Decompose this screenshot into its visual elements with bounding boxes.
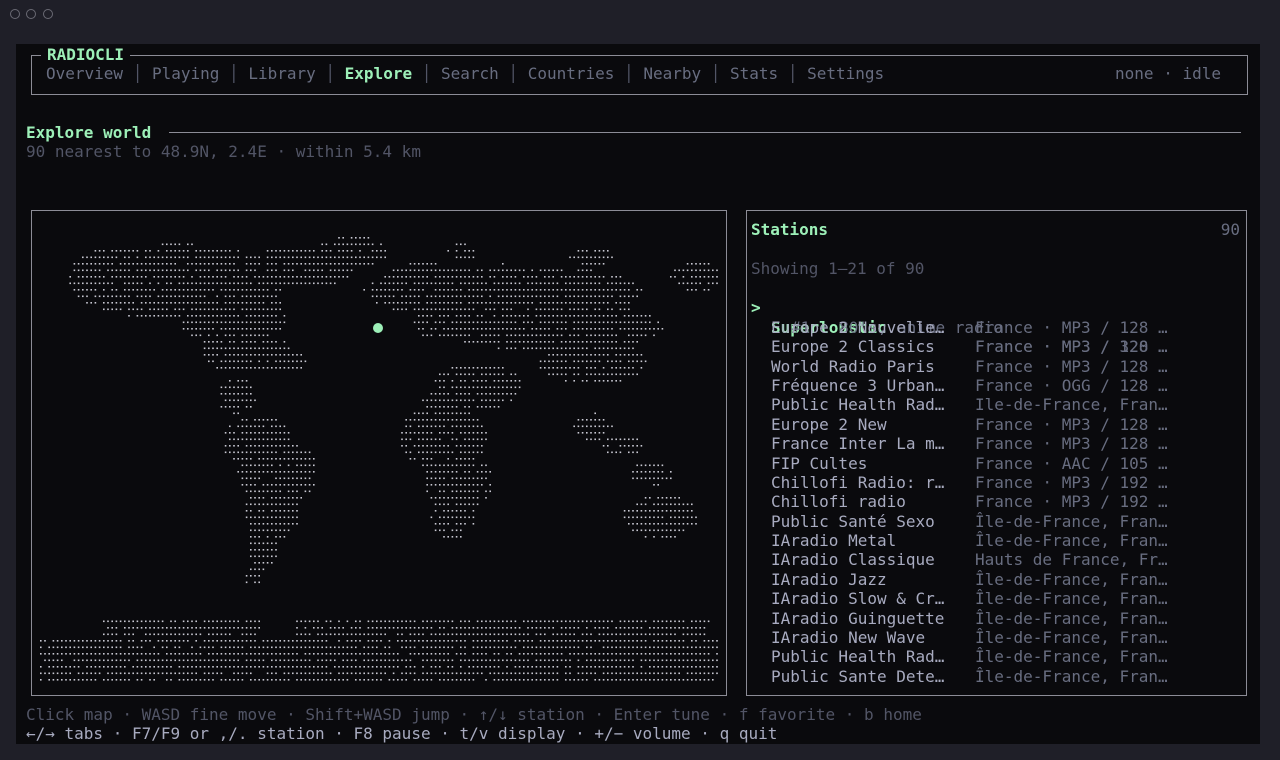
tab-separator: │ xyxy=(778,64,808,83)
tab-separator: │ xyxy=(219,64,249,83)
station-meta: Hauts de France, Fr… xyxy=(975,550,1168,570)
maximize-window-icon[interactable] xyxy=(43,9,53,19)
tab-library[interactable]: Library xyxy=(248,64,315,83)
station-row[interactable]: IAradio Slow & Cr… Île-de-France, Fran… xyxy=(751,589,1241,608)
tab-stats[interactable]: Stats xyxy=(730,64,778,83)
station-name: Chillofi radio xyxy=(771,492,906,512)
station-row[interactable]: Europe 2 Classics France · MP3 / 128 … xyxy=(751,337,1241,356)
station-row[interactable]: World Radio Paris France · MP3 / 128 … xyxy=(751,357,1241,376)
section-title: Explore world xyxy=(26,123,152,142)
station-row[interactable]: IAradio Metal Île-de-France, Fran… xyxy=(751,531,1241,550)
station-meta: France · MP3 / 128 … xyxy=(975,434,1168,454)
station-row[interactable]: Public Sante Dete… Île-de-France, Fran… xyxy=(751,667,1241,686)
station-row[interactable]: Europe 2 New France · MP3 / 128 … xyxy=(751,415,1241,434)
station-row[interactable]: IAradio Classique Hauts de France, Fr… xyxy=(751,550,1241,569)
minimize-window-icon[interactable] xyxy=(26,9,36,19)
station-meta: Île-de-France, Fran… xyxy=(975,589,1168,609)
station-name: Fréquence 3 Urban… xyxy=(771,375,945,395)
station-detail: #1 · 80's, anime radio xyxy=(751,298,1241,337)
station-name: FIP Cultes xyxy=(771,453,868,473)
land-dots xyxy=(40,237,718,681)
terminal: RADIOCLI Overview │ Playing │ Library │ … xyxy=(16,44,1260,744)
station-row[interactable]: Chillofi Radio: r… France · MP3 / 192 … xyxy=(751,473,1241,492)
station-name: IAradio Classique xyxy=(771,550,935,570)
station-meta: France · MP3 / 192 … xyxy=(975,492,1168,512)
station-name: Public Health Rad… xyxy=(771,395,945,415)
tab-overview[interactable]: Overview xyxy=(46,64,123,83)
station-name: Europe 2 Classics xyxy=(771,337,935,357)
station-row[interactable]: Chillofi radio France · MP3 / 192 … xyxy=(751,492,1241,511)
stations-showing: Showing 1–21 of 90 xyxy=(751,259,925,278)
tab-separator: │ xyxy=(701,64,731,83)
station-row[interactable]: Europe 2 Nouvelle… France · MP3 / 128 … xyxy=(751,318,1241,337)
window-titlebar xyxy=(0,0,1280,44)
tab-explore[interactable]: Explore xyxy=(345,64,412,83)
station-row[interactable]: France Inter La m… France · MP3 / 128 … xyxy=(751,434,1241,453)
station-meta: France · OGG / 128 … xyxy=(975,375,1168,395)
station-name: Europe 2 Nouvelle… xyxy=(771,317,945,337)
station-meta: Île-de-France, Fran… xyxy=(975,666,1168,686)
station-meta: France · MP3 / 128 … xyxy=(975,356,1168,376)
help-line-2: ←/→ tabs · F7/F9 or ,/. station · F8 pau… xyxy=(26,724,778,743)
station-row[interactable]: > Superloustic France · MP3 / 320 … xyxy=(751,279,1241,356)
station-name: IAradio New Wave xyxy=(771,628,926,648)
tab-search[interactable]: Search xyxy=(441,64,499,83)
station-row[interactable]: IAradio Guinguette Île-de-France, Fran… xyxy=(751,609,1241,628)
world-map-canvas[interactable] xyxy=(32,211,726,695)
station-name: IAradio Jazz xyxy=(771,569,887,589)
tab-separator: │ xyxy=(614,64,644,83)
tab-separator: │ xyxy=(498,64,528,83)
tab-playing[interactable]: Playing xyxy=(152,64,219,83)
tab-separator: │ xyxy=(412,64,441,83)
tab-countries[interactable]: Countries xyxy=(528,64,615,83)
station-meta: Île-de-France, Fran… xyxy=(975,531,1168,551)
tab-bar: Overview │ Playing │ Library │ Explore │… xyxy=(46,64,884,83)
station-meta: France · MP3 / 192 … xyxy=(975,472,1168,492)
station-meta: Île-de-France, Fran… xyxy=(975,647,1168,667)
playback-status: none · idle xyxy=(1115,64,1221,83)
station-meta: France · MP3 / 128 … xyxy=(975,337,1168,357)
station-name: Public Health Rad… xyxy=(771,647,945,667)
station-meta: Île-de-France, Fran… xyxy=(975,628,1168,648)
station-name: France Inter La m… xyxy=(771,434,945,454)
station-name: Chillofi Radio: r… xyxy=(771,472,945,492)
station-name: IAradio Slow & Cr… xyxy=(771,589,945,609)
world-map[interactable] xyxy=(31,210,727,696)
stations-count: 90 xyxy=(1220,220,1240,239)
location-marker[interactable] xyxy=(373,323,383,333)
station-row[interactable]: Public Health Rad… Ile-de-France, Fran… xyxy=(751,395,1241,414)
help-line-1: Click map · WASD fine move · Shift+WASD … xyxy=(26,705,922,724)
tab-separator: │ xyxy=(315,64,345,83)
tab-nearby[interactable]: Nearby xyxy=(643,64,701,83)
station-name: Europe 2 New xyxy=(771,414,887,434)
station-name: World Radio Paris xyxy=(771,356,935,376)
section-subtitle: 90 nearest to 48.9N, 2.4E · within 5.4 k… xyxy=(26,142,421,161)
tab-settings[interactable]: Settings xyxy=(807,64,884,83)
station-meta: Île-de-France, Fran… xyxy=(975,511,1168,531)
station-meta: Île-de-France, Fran… xyxy=(975,608,1168,628)
stations-panel: Stations 90 Showing 1–21 of 90 > Superlo… xyxy=(746,210,1247,696)
station-name: Public Sante Dete… xyxy=(771,666,945,686)
section-divider xyxy=(169,132,1241,133)
stations-title: Stations xyxy=(751,220,829,239)
station-list: > Superloustic France · MP3 / 320 … #1 ·… xyxy=(751,279,1241,686)
station-row[interactable]: FIP Cultes France · AAC / 105 … xyxy=(751,454,1241,473)
station-name: IAradio Metal xyxy=(771,531,897,551)
station-meta: Île-de-France, Fran… xyxy=(975,569,1168,589)
station-meta: France · MP3 / 128 … xyxy=(975,317,1168,337)
station-meta: France · AAC / 105 … xyxy=(975,453,1168,473)
station-row[interactable]: IAradio New Wave Île-de-France, Fran… xyxy=(751,628,1241,647)
station-name: Public Santé Sexo xyxy=(771,511,935,531)
station-meta: Ile-de-France, Fran… xyxy=(975,395,1168,415)
tab-separator: │ xyxy=(123,64,152,83)
close-window-icon[interactable] xyxy=(10,9,20,19)
station-row[interactable]: IAradio Jazz Île-de-France, Fran… xyxy=(751,570,1241,589)
station-row[interactable]: Public Santé Sexo Île-de-France, Fran… xyxy=(751,512,1241,531)
station-row[interactable]: Public Health Rad… Île-de-France, Fran… xyxy=(751,647,1241,666)
app-title: RADIOCLI xyxy=(41,45,131,65)
station-meta: France · MP3 / 128 … xyxy=(975,414,1168,434)
station-row[interactable]: Fréquence 3 Urban… France · OGG / 128 … xyxy=(751,376,1241,395)
station-name: IAradio Guinguette xyxy=(771,608,945,628)
